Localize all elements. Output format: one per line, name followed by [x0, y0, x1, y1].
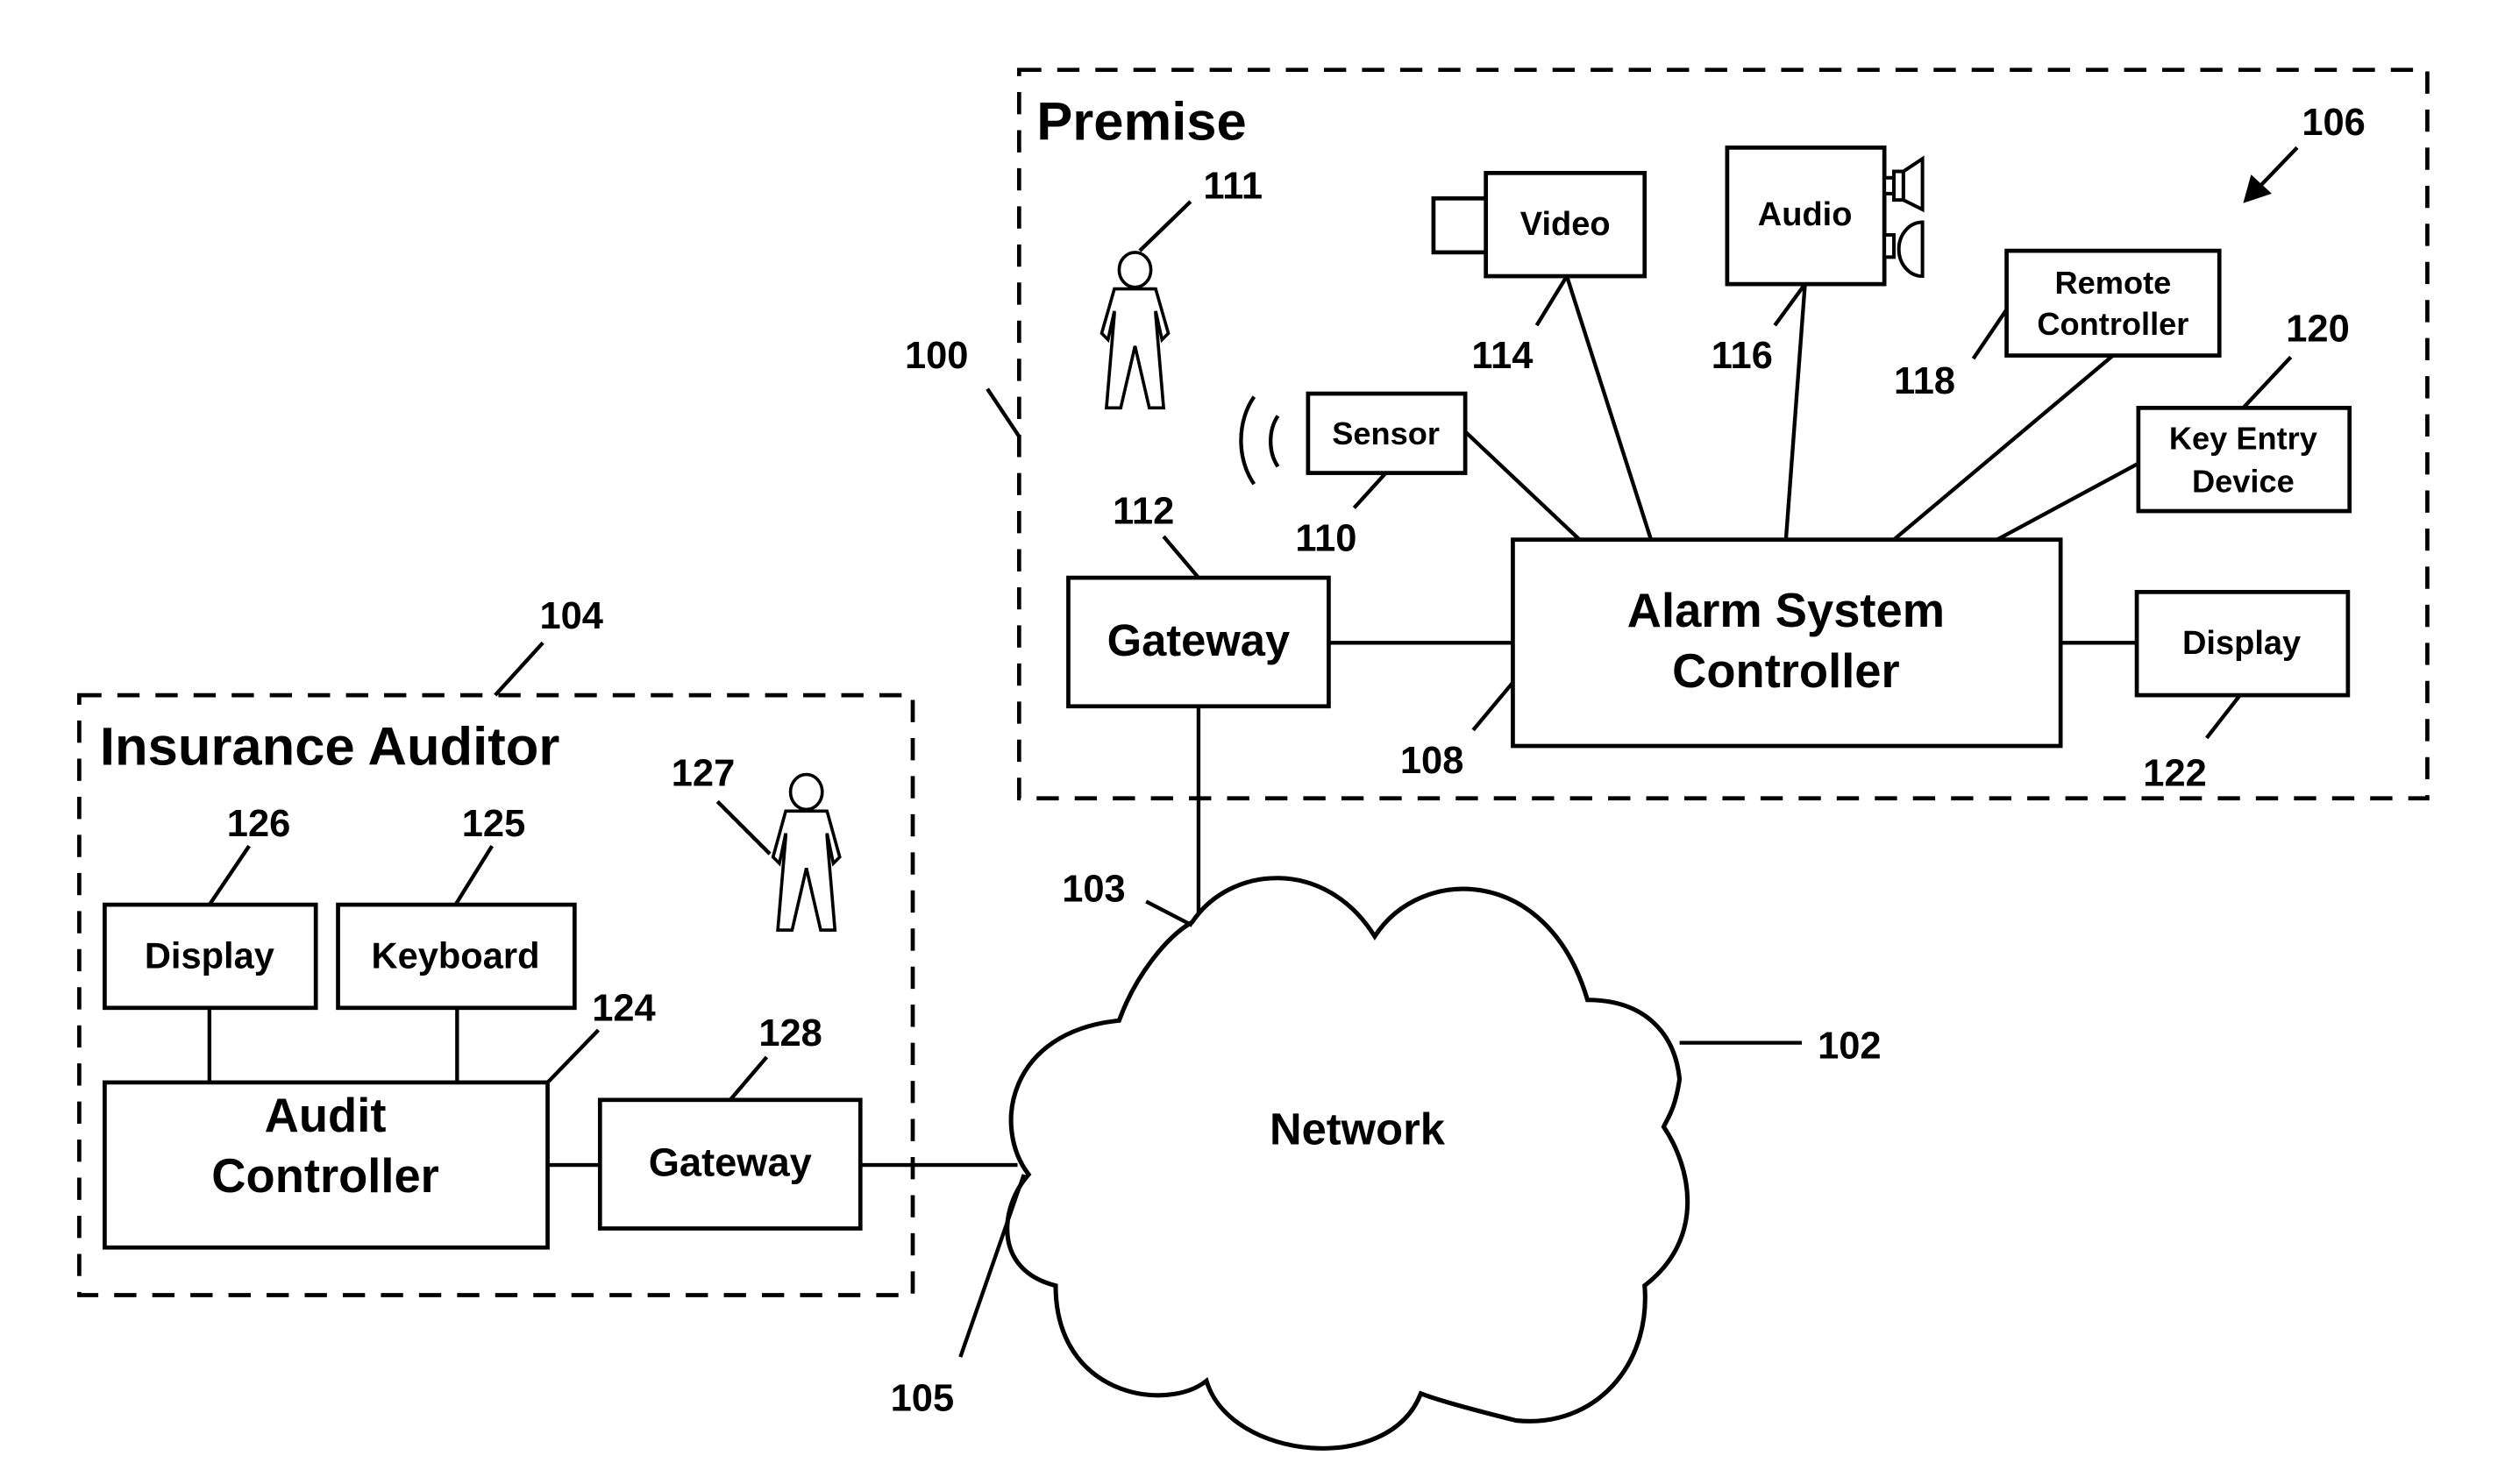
premise-title: Premise — [1036, 91, 1247, 152]
premise-gateway-label: Gateway — [1107, 615, 1291, 665]
audit-controller-label-2: Controller — [211, 1149, 439, 1203]
premise-link-ref: 103 — [1062, 868, 1125, 910]
auditor-link-ref-leader — [958, 1174, 1026, 1358]
video-ref: 114 — [1471, 335, 1533, 377]
system-ref-arrow-icon — [2243, 146, 2299, 203]
network-label: Network — [1270, 1104, 1446, 1154]
auditor-display-ref-leader — [208, 844, 251, 906]
alarm-controller-ref: 108 — [1400, 740, 1463, 782]
key-entry-ref-leader — [2241, 355, 2293, 409]
premise-display-ref-leader — [2205, 693, 2242, 740]
keyboard-label: Keyboard — [372, 935, 540, 976]
remote-controller-label-2: Controller — [2037, 306, 2188, 342]
auditor-display-label: Display — [145, 935, 274, 976]
auditor-title: Insurance Auditor — [100, 717, 559, 778]
remote-ref-leader — [1971, 308, 2009, 360]
alarm-controller-ref-leader — [1471, 681, 1515, 732]
key-entry-label-2: Device — [2192, 463, 2295, 499]
sensor-ref-leader — [1352, 472, 1388, 509]
premise-link-ref-leader — [1145, 899, 1193, 927]
premise-ref-leader — [986, 387, 1021, 438]
auditor-person-ref: 127 — [672, 752, 735, 794]
premise-display-label: Display — [2182, 625, 2301, 662]
signal-waves-icon — [1239, 395, 1280, 486]
video-lens-icon — [1431, 195, 1490, 255]
auditor-ref-leader — [494, 641, 544, 697]
auditor-link-ref: 105 — [891, 1378, 954, 1420]
video-label: Video — [1520, 206, 1611, 243]
remote-controller-ref: 118 — [1894, 360, 1955, 402]
auditor-gateway-label: Gateway — [649, 1140, 812, 1185]
keyboard-ref: 125 — [462, 803, 525, 845]
premise-display-ref: 122 — [2143, 752, 2206, 794]
audio-ref: 116 — [1712, 335, 1773, 377]
alarm-controller-label-2: Controller — [1672, 644, 1899, 698]
person-ref-leader — [1138, 200, 1192, 252]
system-diagram: Premise 106 100 111 Video 114 Audio 116 … — [77, 67, 2430, 1451]
person-icon — [1099, 251, 1171, 410]
audit-controller-ref-leader — [545, 1028, 601, 1084]
audit-controller-ref: 124 — [592, 987, 655, 1029]
network-cloud — [1005, 876, 1690, 1451]
auditor-person-icon — [771, 772, 842, 932]
key-entry-ref: 120 — [2286, 308, 2349, 350]
sensor-ref: 110 — [1295, 517, 1356, 559]
key-entry-label-1: Key Entry — [2169, 420, 2317, 456]
alarm-controller-box[interactable] — [1511, 537, 2063, 749]
premise-system-ref: 106 — [2302, 102, 2365, 144]
keyboard-ref-leader — [453, 844, 495, 906]
premise-ref: 100 — [905, 335, 968, 377]
audit-controller-label-1: Audit — [265, 1089, 387, 1142]
premise-gateway-ref: 112 — [1113, 491, 1174, 533]
premise-gateway-ref-leader — [1162, 535, 1200, 579]
speaker-icon — [1882, 155, 1925, 279]
auditor-gateway-ref-leader — [729, 1055, 769, 1102]
auditor-gateway-ref: 128 — [758, 1012, 822, 1054]
audio-label: Audio — [1758, 196, 1853, 233]
premise-person-ref: 111 — [1203, 165, 1263, 207]
network-ref: 102 — [1818, 1026, 1881, 1068]
auditor-person-ref-leader — [715, 799, 772, 856]
alarm-controller-label-1: Alarm System — [1627, 584, 1945, 637]
auditor-display-ref: 126 — [227, 803, 290, 845]
video-ref-leader — [1534, 274, 1569, 327]
remote-controller-label-1: Remote — [2055, 265, 2172, 301]
sensor-label: Sensor — [1332, 415, 1440, 451]
auditor-ref: 104 — [539, 595, 602, 637]
